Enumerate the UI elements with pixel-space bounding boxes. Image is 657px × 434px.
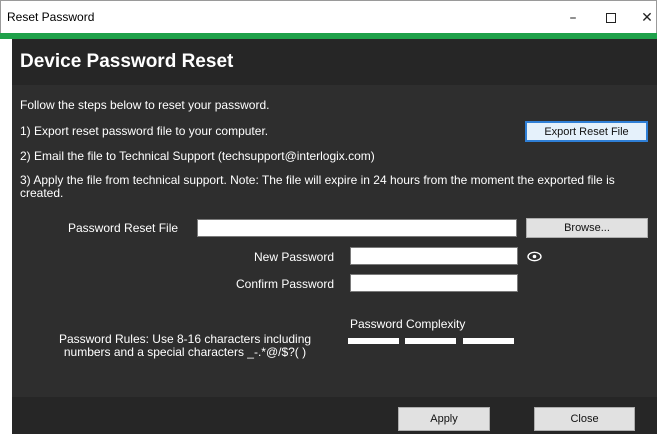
maximize-icon bbox=[606, 12, 616, 23]
page-title: Device Password Reset bbox=[20, 51, 234, 72]
step-3-text: 3) Apply the file from technical support… bbox=[20, 173, 615, 200]
header: Device Password Reset bbox=[12, 39, 657, 85]
title-bar: Reset Password – ✕ bbox=[0, 0, 657, 33]
complexity-bar-segment bbox=[405, 338, 456, 344]
complexity-bar-segment bbox=[463, 338, 514, 344]
password-complexity-label: Password Complexity bbox=[350, 317, 466, 331]
export-reset-file-label: Export Reset File bbox=[544, 125, 629, 138]
close-window-button[interactable]: ✕ bbox=[629, 1, 657, 34]
password-reset-file-label: Password Reset File bbox=[68, 221, 179, 235]
apply-label: Apply bbox=[430, 413, 458, 425]
password-rules-text: Password Rules: Use 8-16 characters incl… bbox=[58, 332, 312, 359]
confirm-password-label: Confirm Password bbox=[236, 277, 335, 291]
minimize-button[interactable]: – bbox=[555, 1, 591, 34]
browse-button[interactable]: Browse... bbox=[526, 218, 648, 238]
export-reset-file-button[interactable]: Export Reset File bbox=[525, 121, 648, 142]
footer-bar: Apply Close bbox=[12, 397, 657, 434]
close-icon: ✕ bbox=[641, 9, 653, 26]
browse-label: Browse... bbox=[564, 222, 610, 234]
new-password-input[interactable] bbox=[350, 247, 518, 265]
minimize-icon: – bbox=[569, 9, 577, 26]
apply-button[interactable]: Apply bbox=[398, 407, 490, 431]
eye-icon[interactable] bbox=[527, 251, 542, 262]
intro-text: Follow the steps below to reset your pas… bbox=[20, 98, 270, 112]
password-reset-file-input[interactable] bbox=[197, 219, 517, 237]
close-label: Close bbox=[570, 413, 599, 425]
dialog-body: Device Password Reset Follow the steps b… bbox=[12, 39, 657, 434]
close-button[interactable]: Close bbox=[534, 407, 635, 431]
complexity-bar-segment bbox=[348, 338, 399, 344]
window-title: Reset Password bbox=[7, 10, 95, 24]
step-2-text: 2) Email the file to Technical Support (… bbox=[20, 149, 375, 163]
confirm-password-input[interactable] bbox=[350, 274, 518, 292]
step-1-text: 1) Export reset password file to your co… bbox=[20, 124, 269, 138]
new-password-label: New Password bbox=[254, 250, 335, 264]
maximize-button[interactable] bbox=[593, 1, 629, 34]
